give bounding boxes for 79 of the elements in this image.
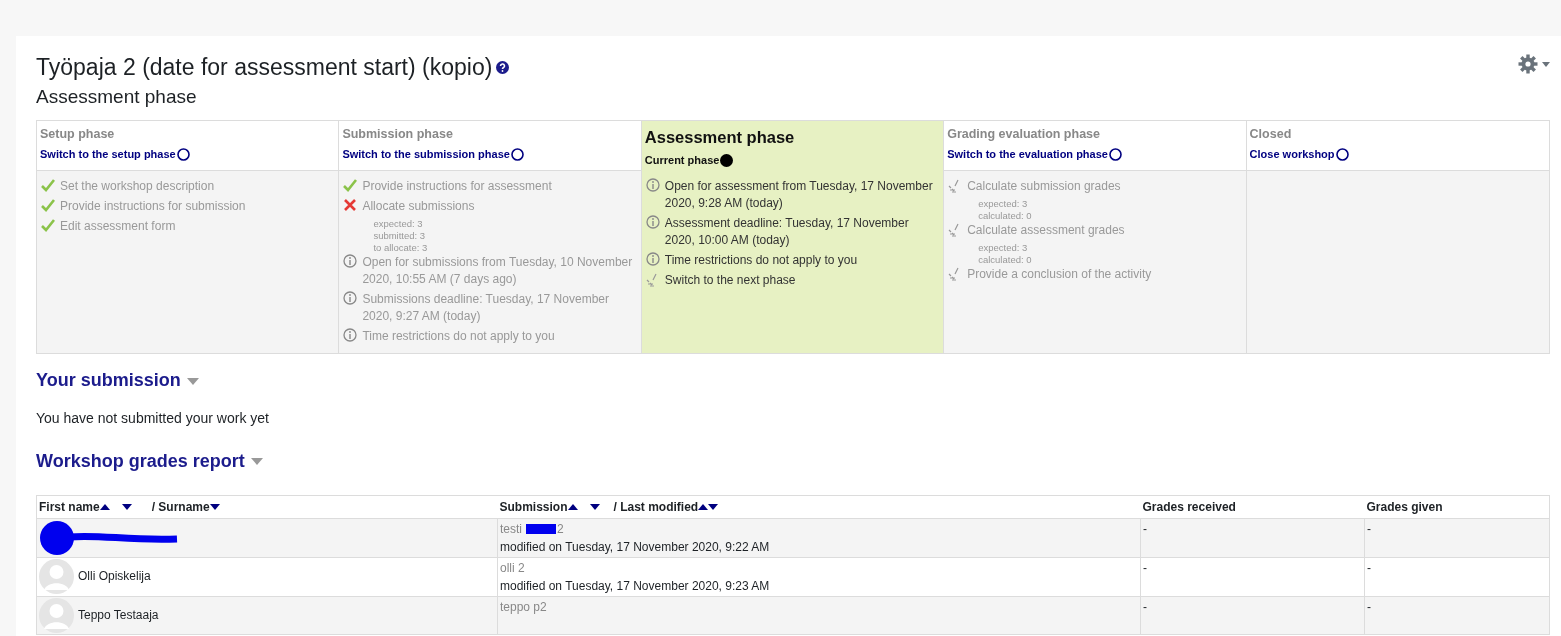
task-text: Calculate assessment grades: [967, 222, 1125, 240]
section-heading[interactable]: Workshop grades report: [36, 451, 1550, 473]
info-icon: [343, 328, 358, 345]
section-heading[interactable]: Your submission: [36, 370, 1550, 392]
info-icon: [343, 254, 358, 271]
column-sort-link[interactable]: Submission: [499, 499, 568, 514]
grade-cell: -: [1364, 596, 1550, 635]
filled-circle-icon: [720, 153, 734, 167]
phase-title: Grading evaluation phase: [947, 126, 1101, 144]
phase-title: Submission phase: [342, 126, 454, 144]
settings-menu-button[interactable]: [1518, 54, 1550, 74]
modified-date: modified on Tuesday, 17 November 2020, 9:23 AM: [500, 577, 771, 595]
grade-cell: -: [1140, 557, 1365, 597]
student-name: Olli Opiskelija: [78, 568, 151, 586]
gear-icon[interactable]: [1518, 54, 1538, 74]
sort-descending-icon[interactable]: [589, 504, 600, 511]
phase-title: Assessment phase: [644, 127, 796, 149]
task-text: Open for submissions from Tuesday, 10 November 2020, 10:55 AM (7 days ago): [362, 254, 634, 289]
switch-phase-link[interactable]: Switch to the submission phase: [342, 146, 524, 163]
task-text: Provide a conclusion of the activity: [967, 266, 1152, 284]
column-sort-link[interactable]: / Surname: [151, 499, 210, 514]
student-name: Teppo Testaaja: [78, 607, 159, 625]
task-text: Set the workshop description: [60, 178, 215, 196]
column-header: Grades received: [1140, 495, 1365, 519]
switch-phase-link[interactable]: Switch to the setup phase: [40, 146, 190, 163]
task-detail: to allocate: 3: [373, 242, 429, 255]
phase-title: Closed: [1249, 126, 1293, 144]
info-icon: [343, 291, 358, 308]
circle-icon: [176, 147, 190, 161]
circle-icon: [1335, 147, 1349, 161]
task-text: Calculate submission grades: [967, 178, 1121, 196]
sort-descending-icon[interactable]: [121, 504, 132, 511]
task-text: Provide instructions for assessment: [362, 178, 552, 196]
page-title: Työpaja 2 (date for assessment start) (kopio): [36, 54, 493, 82]
info-icon: [645, 252, 660, 269]
caret-icon[interactable]: [250, 458, 263, 466]
submission-title-link[interactable]: olli 2: [500, 558, 525, 577]
task-detail: expected: 3: [978, 242, 1029, 255]
phase-title: Setup phase: [40, 126, 116, 144]
task-text: Time restrictions do not apply to you: [362, 328, 555, 346]
task-detail: calculated: 0: [978, 254, 1033, 267]
circle-icon: [510, 147, 524, 161]
task-detail: calculated: 0: [978, 210, 1033, 223]
redaction-mark: [526, 523, 556, 534]
circle-icon: [1108, 147, 1122, 161]
sort-ascending-icon[interactable]: [567, 504, 578, 511]
task-detail: submitted: 3: [373, 230, 427, 243]
task-text: Edit assessment form: [60, 218, 176, 236]
task-text: Switch to the next phase: [664, 272, 796, 290]
phase-heading: Assessment phase: [36, 85, 198, 109]
task-text: Submissions deadline: Tuesday, 17 November 2020, 9:27 AM (today): [362, 291, 610, 326]
column-sort-link[interactable]: / Last modified: [613, 499, 699, 514]
task-text: Provide instructions for submission: [60, 198, 246, 216]
grade-cell: -: [1140, 518, 1365, 558]
switch-phase-link[interactable]: Switch to the evaluation phase: [947, 146, 1122, 163]
submission-status: You have not submitted your work yet: [36, 409, 270, 428]
column-sort-link[interactable]: First name: [39, 499, 100, 514]
grade-cell: -: [1140, 596, 1365, 635]
task-text: Assessment deadline: Tuesday, 17 November 2020, 10:00 AM (today): [664, 215, 910, 250]
sort-ascending-icon[interactable]: [698, 504, 709, 511]
task-text: Allocate submissions: [362, 198, 475, 216]
grade-cell: -: [1364, 557, 1550, 597]
caret-icon[interactable]: [1542, 61, 1550, 67]
modified-date: modified on Tuesday, 17 November 2020, 9:22 AM: [500, 538, 771, 556]
sort-descending-icon[interactable]: [708, 504, 719, 511]
sort-ascending-icon[interactable]: [99, 504, 110, 511]
grade-cell: -: [1364, 518, 1550, 558]
column-header: Grades given: [1364, 495, 1550, 519]
current-phase-label: Current phase: [644, 152, 734, 169]
sort-descending-icon[interactable]: [209, 504, 220, 511]
info-icon: [645, 215, 660, 232]
task-text: Time restrictions do not apply to you: [664, 252, 858, 270]
help-icon[interactable]: [496, 61, 510, 75]
switch-phase-link[interactable]: Close workshop: [1249, 146, 1349, 163]
task-detail: expected: 3: [373, 218, 424, 231]
task-text: Open for assessment from Tuesday, 17 November 2020, 9:28 AM (today): [664, 178, 934, 213]
task-detail: expected: 3: [978, 198, 1029, 211]
caret-icon[interactable]: [186, 377, 199, 385]
info-icon: [645, 178, 660, 195]
